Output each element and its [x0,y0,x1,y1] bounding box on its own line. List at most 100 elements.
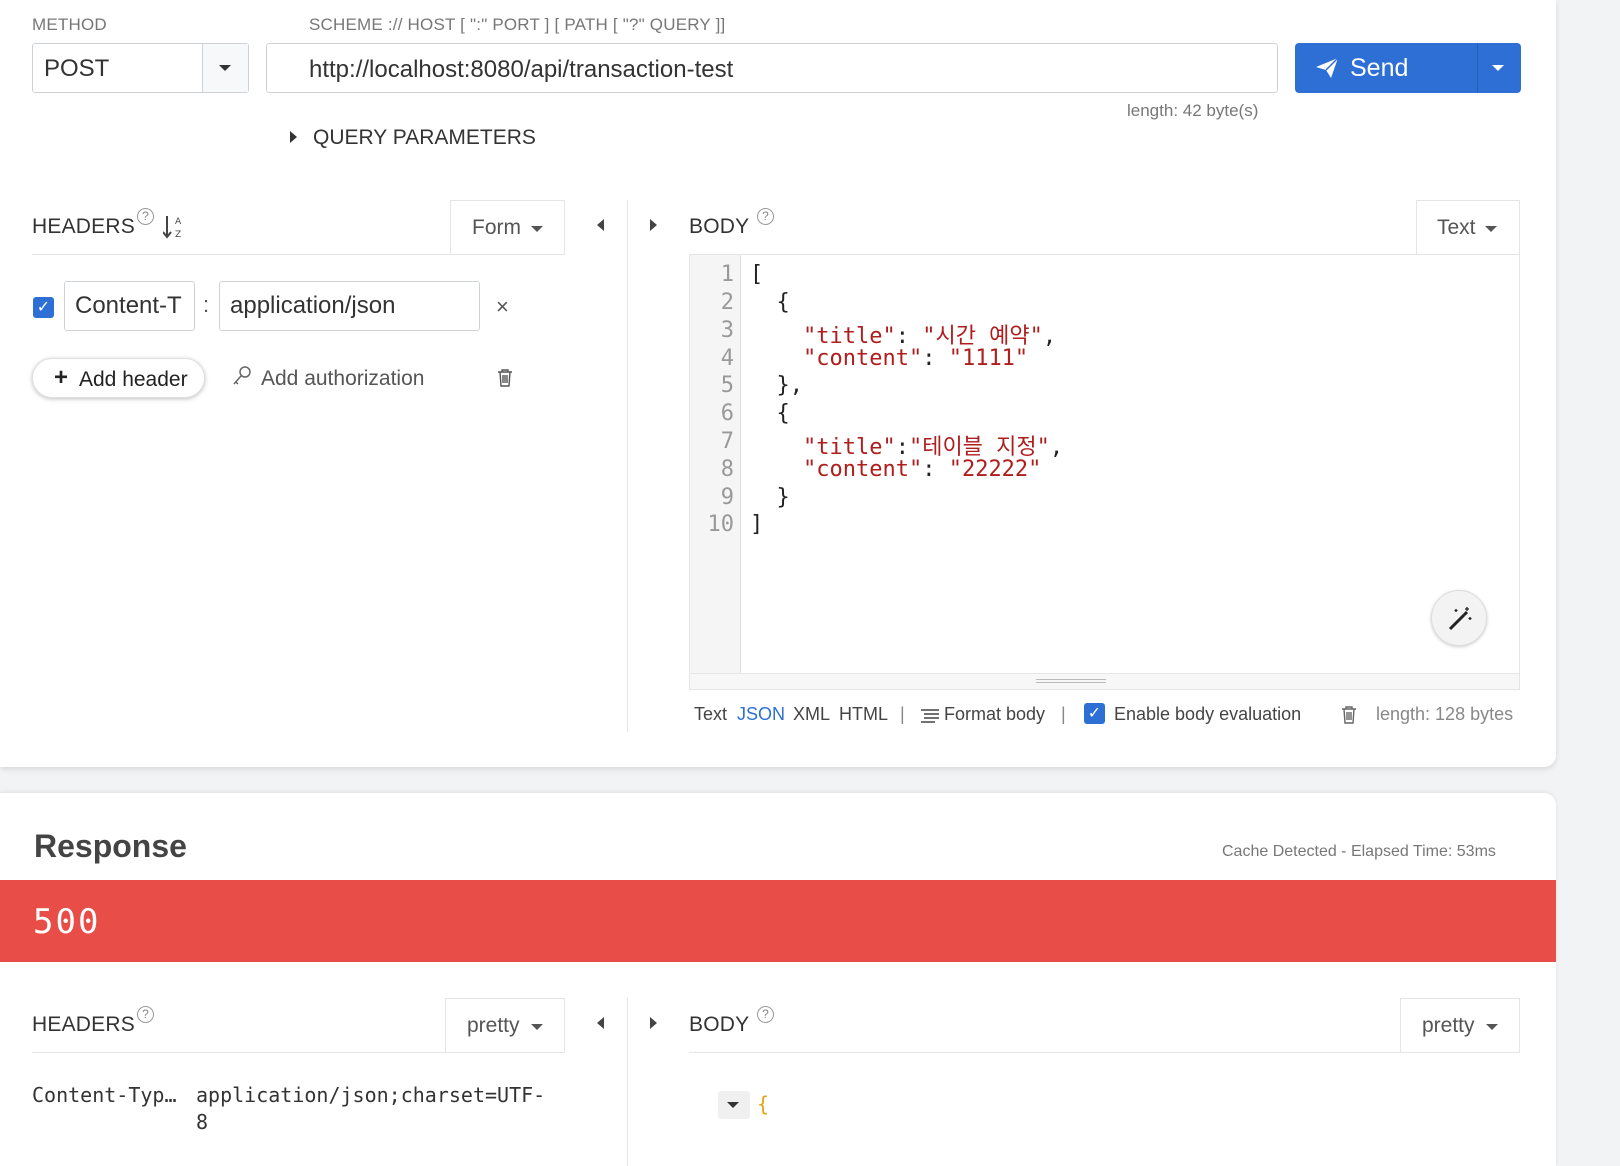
trash-icon[interactable] [1340,705,1358,725]
chevron-down-icon [219,65,231,71]
method-value: POST [44,55,110,82]
send-options-button[interactable] [1478,43,1521,93]
response-meta: Cache Detected - Elapsed Time: 53ms [1222,843,1496,860]
line-number: 4 [720,346,734,371]
sort-alpha-icon[interactable]: A Z [163,214,185,240]
line-number: 9 [720,485,734,510]
collapse-json-toggle[interactable] [718,1091,750,1119]
collapse-left-icon[interactable] [597,219,604,231]
response-header-value-wrap: 8 [196,1110,209,1134]
response-body-mode-select[interactable]: pretty [1400,998,1520,1052]
add-header-label: Add header [79,368,188,391]
response-title: Response [34,828,187,864]
chevron-down-icon [1485,226,1497,232]
help-icon[interactable]: ? [757,208,774,225]
format-lines-icon [921,709,939,723]
status-code: 500 [33,902,101,942]
line-gutter: 1 2 3 4 5 6 7 8 9 10 [690,255,741,673]
trash-icon[interactable] [496,368,514,388]
header-name-input[interactable]: Content-T [64,281,195,331]
body-length: length: 128 bytes [1376,704,1514,724]
url-length: length: 42 byte(s) [1127,101,1259,120]
line-number: 6 [720,401,734,426]
line-number: 10 [707,512,735,537]
add-authorization-link[interactable]: Add authorization [261,367,424,391]
query-parameters-label: QUERY PARAMETERS [313,126,536,149]
body-mode-select[interactable]: Text [1416,200,1520,254]
code-line: } [750,485,790,510]
send-label: Send [1350,54,1409,82]
headers-divider [32,254,565,255]
response-header-value: application/json;charset=UTF- [196,1083,546,1107]
code-line: "content": "1111" [802,346,1029,371]
url-label: SCHEME :// HOST [ ":" PORT ] [ PATH [ "?… [309,15,726,34]
collapse-left-icon[interactable] [597,1017,604,1029]
headers-mode-value: Form [472,216,521,239]
separator: | [1061,704,1066,724]
panel-splitter[interactable] [627,200,628,732]
magic-wand-button[interactable] [1431,590,1487,646]
panel-splitter[interactable] [627,998,628,1166]
help-icon[interactable]: ? [757,1006,774,1023]
header-colon: : [203,292,210,317]
enable-eval-label: Enable body evaluation [1114,704,1302,724]
response-body-divider [689,1052,1520,1053]
chevron-down-icon [531,1024,543,1030]
header-value-input[interactable]: application/json [219,281,480,331]
header-enabled-checkbox[interactable]: ✓ [33,297,54,318]
collapse-right-icon[interactable] [650,219,657,231]
chevron-down-icon [1486,1024,1498,1030]
line-number: 1 [720,262,734,287]
format-text[interactable]: Text [694,704,727,725]
help-icon[interactable]: ? [137,1006,154,1023]
magic-wand-icon [1448,607,1472,631]
remove-header-icon[interactable]: × [496,294,509,320]
format-body-button[interactable]: Format body [944,704,1045,725]
response-headers-title: HEADERS [32,1013,135,1036]
response-headers-divider [32,1052,565,1053]
help-icon[interactable]: ? [137,208,154,225]
separator: | [900,704,905,724]
code-line: { [750,401,790,426]
body-editor[interactable]: 1 2 3 4 5 6 7 8 9 10 [ { "title": "시간 예약… [689,254,1520,690]
format-xml[interactable]: XML [793,704,830,725]
line-number: 8 [720,457,734,482]
method-label: METHOD [32,15,107,34]
svg-text:Z: Z [175,230,181,240]
line-number: 7 [720,429,734,454]
code-line: "content": "22222" [802,457,1042,482]
response-body-brace: { [757,1092,770,1116]
body-title: BODY [689,215,750,238]
url-input[interactable]: http://localhost:8080/api/transaction-te… [266,43,1278,93]
enable-eval-checkbox[interactable]: ✓ [1084,703,1105,724]
format-html[interactable]: HTML [839,704,888,725]
response-body-mode-value: pretty [1422,1014,1475,1037]
status-bar: 500 [0,880,1556,962]
method-select[interactable]: POST [32,43,249,93]
response-headers-mode-select[interactable]: pretty [445,998,565,1052]
code-line: }, [750,373,803,398]
add-header-button[interactable]: + Add header [32,358,205,398]
body-mode-value: Text [1437,216,1476,239]
request-panel: METHOD SCHEME :// HOST [ ":" PORT ] [ PA… [0,0,1556,767]
chevron-down-icon [531,226,543,232]
send-button[interactable]: Send [1295,43,1521,93]
plus-icon: + [54,364,69,391]
chevron-down-icon [1492,65,1504,71]
line-number: 3 [720,318,734,343]
line-number: 2 [720,290,734,315]
editor-resize-handle[interactable] [690,673,1519,689]
key-icon [233,366,251,385]
code-line: { [750,290,790,315]
headers-mode-select[interactable]: Form [450,200,565,254]
line-number: 5 [720,373,734,398]
svg-text:A: A [175,217,182,227]
response-headers-mode-value: pretty [467,1014,520,1037]
headers-title: HEADERS [32,215,135,238]
collapse-right-icon[interactable] [650,1017,657,1029]
code-line: [ [750,262,764,287]
url-value: http://localhost:8080/api/transaction-te… [309,56,734,83]
format-json[interactable]: JSON [737,704,785,725]
method-dropdown-button[interactable] [202,44,248,92]
response-panel: Response Cache Detected - Elapsed Time: … [0,793,1556,1166]
